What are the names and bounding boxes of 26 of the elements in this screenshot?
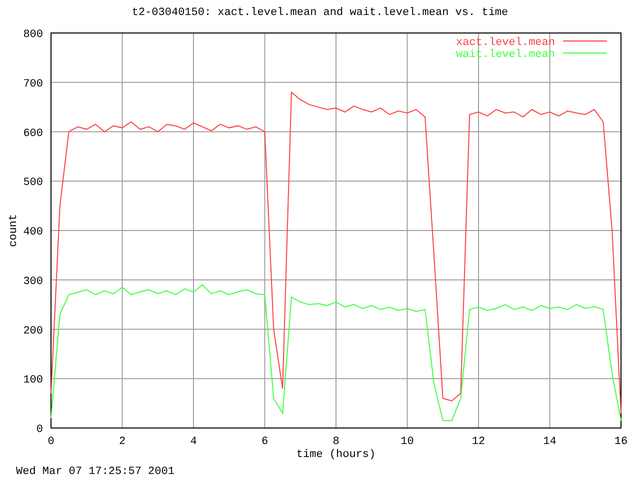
tick-label: 6 bbox=[261, 436, 268, 448]
axis-label: count bbox=[8, 214, 20, 246]
tick-label: 600 bbox=[23, 127, 43, 140]
tick-label: 200 bbox=[23, 324, 43, 337]
tick-label: 400 bbox=[23, 226, 43, 238]
tick-label: 14 bbox=[543, 436, 556, 448]
chart-title: t2-03040150: xact.level.mean and wait.level.mean vs. time bbox=[132, 6, 508, 20]
legend-line-icon bbox=[562, 52, 608, 53]
tick-label: 8 bbox=[332, 436, 340, 448]
tick-label: 800 bbox=[23, 28, 43, 40]
legend-label: xact.level.mean bbox=[456, 36, 555, 48]
tick-label: 100 bbox=[23, 374, 43, 386]
tick-label: 16 bbox=[614, 436, 628, 448]
tick-label: 10 bbox=[400, 436, 414, 448]
tick-label: 12 bbox=[472, 436, 486, 448]
tick-label: 2 bbox=[118, 436, 126, 448]
timestamp: Wed Mar 07 17:25:57 2001 bbox=[16, 466, 174, 478]
tick-label: 700 bbox=[23, 78, 43, 90]
tick-label: 0 bbox=[48, 436, 54, 448]
legend-line-icon bbox=[562, 40, 608, 41]
legend-label: wait.level.mean bbox=[456, 48, 555, 60]
tick-label: 4 bbox=[190, 436, 197, 448]
tick-label: 0 bbox=[36, 424, 43, 436]
tick-label: 500 bbox=[23, 176, 43, 189]
tick-label: 300 bbox=[23, 275, 43, 288]
axis-label: time (hours) bbox=[296, 448, 376, 460]
